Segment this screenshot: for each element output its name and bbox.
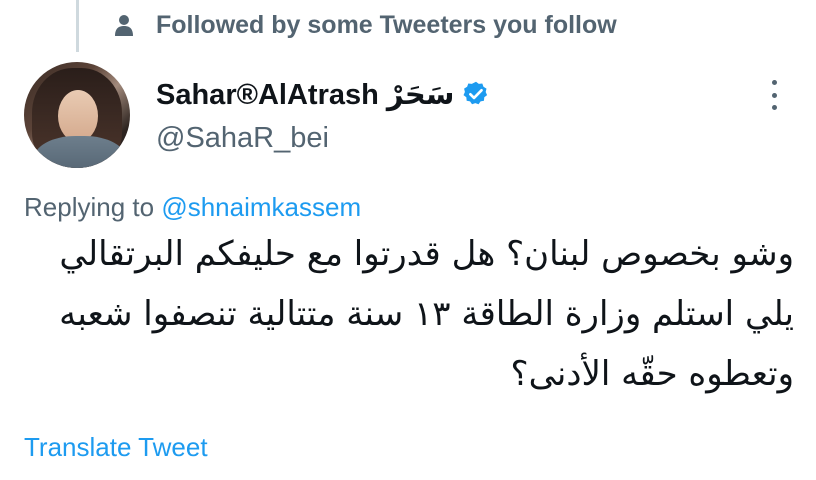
- verified-badge-icon: [462, 80, 490, 108]
- more-vertical-icon[interactable]: [762, 80, 786, 110]
- thread-line: [76, 0, 79, 52]
- replying-prefix: Replying to: [24, 192, 162, 222]
- author-handle[interactable]: @SahaR_bei: [156, 122, 329, 155]
- tweet-text: وشو بخصوص لبنان؟ هل قدرتوا مع حليفكم الب…: [59, 234, 794, 394]
- reply-mention-link[interactable]: @shnaimkassem: [161, 192, 361, 222]
- social-context-text: Followed by some Tweeters you follow: [156, 10, 617, 39]
- translate-tweet-link[interactable]: Translate Tweet: [24, 432, 208, 463]
- replying-to: Replying to @shnaimkassem: [24, 192, 361, 223]
- social-context: Followed by some Tweeters you follow: [112, 8, 617, 42]
- author-name-row[interactable]: Sahar®AlAtrash سَحَرْ: [156, 72, 490, 116]
- avatar[interactable]: [24, 62, 130, 168]
- person-icon: [112, 13, 136, 37]
- author-display-name[interactable]: Sahar®AlAtrash سَحَرْ: [156, 77, 454, 112]
